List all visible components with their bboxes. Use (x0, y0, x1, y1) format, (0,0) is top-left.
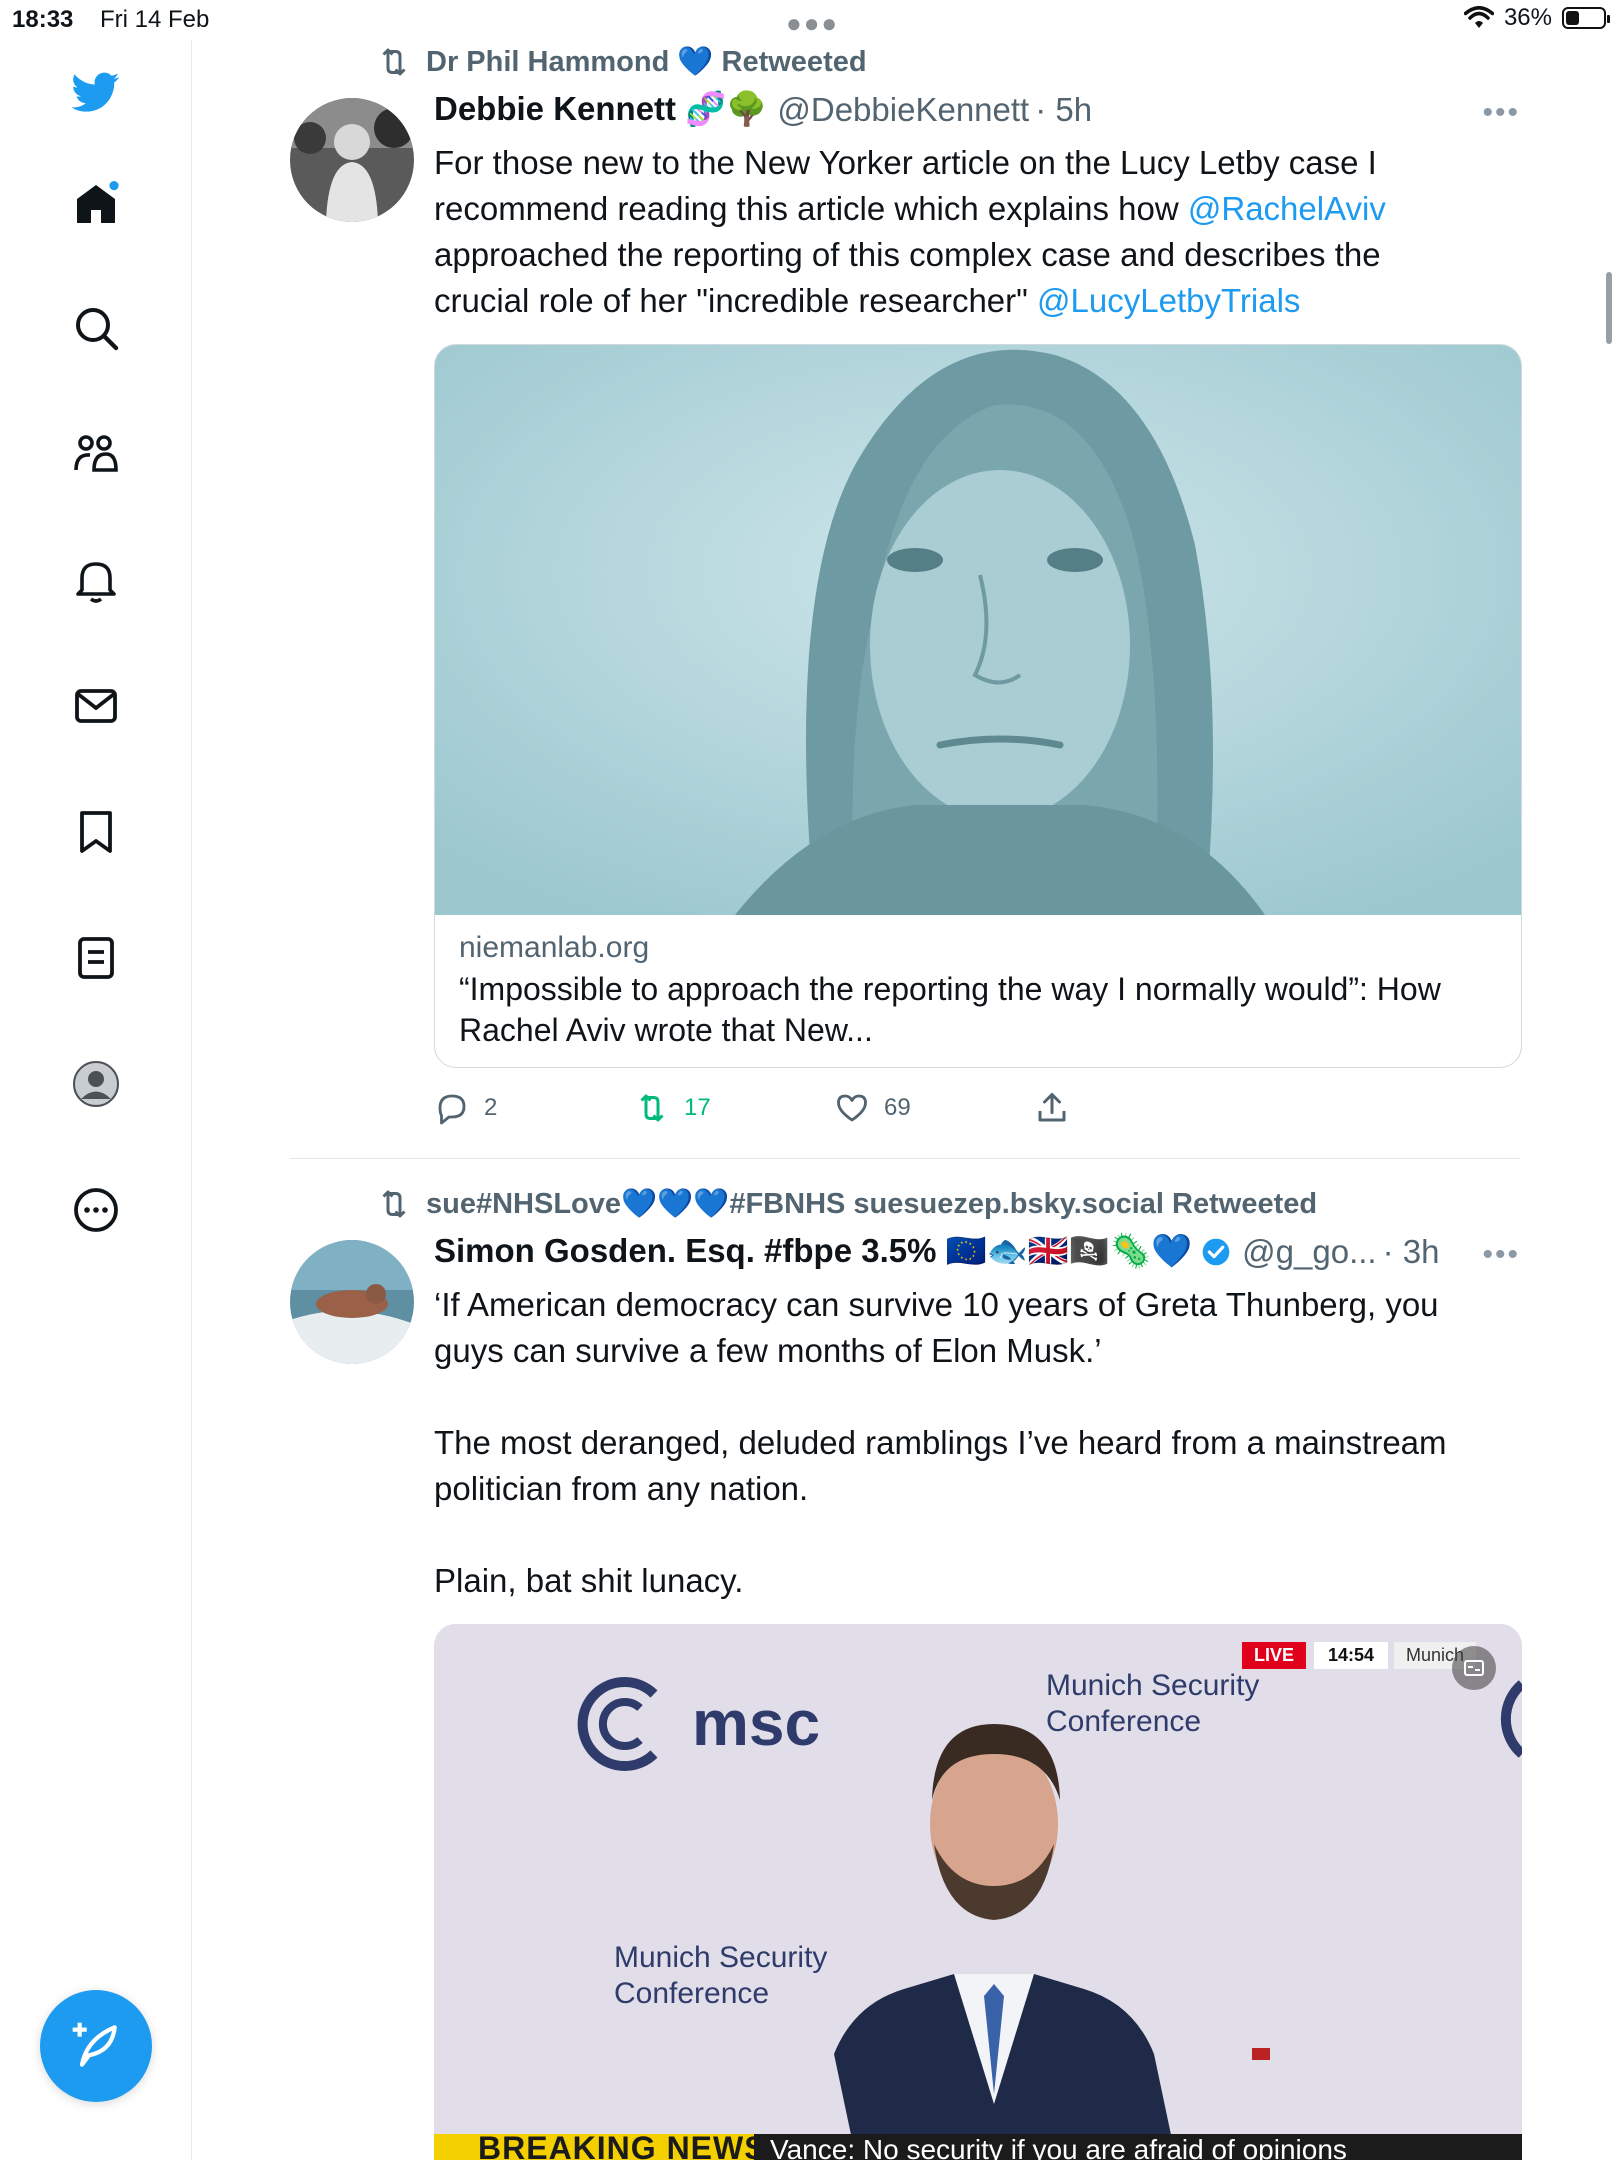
share-button[interactable] (1034, 1090, 1070, 1126)
broadcast-clock: 14:54 (1314, 1642, 1389, 1669)
more-options-icon[interactable]: ••• (1482, 96, 1520, 130)
verified-badge-icon (1202, 1238, 1230, 1265)
reply-icon (438, 1094, 466, 1125)
retweet-context: Dr Phil Hammond 💙 Retweeted (376, 44, 867, 80)
scroll-indicator[interactable] (1606, 272, 1612, 344)
tweet[interactable]: sue#NHSLove💙💙💙#FBNHS suesuezep.bsky.soci… (290, 1186, 1522, 2160)
tweet[interactable]: Dr Phil Hammond 💙 Retweeted Debbie Kenne… (290, 44, 1522, 1154)
tweet-header: Simon Gosden. Esq. #fbpe 3.5% 🇪🇺🐟🇬🇧🏴‍☠️🦠… (434, 1232, 1439, 1271)
text-fragment: crucial role of her "incredible research… (434, 282, 1038, 319)
retweet-button[interactable]: 17 (634, 1090, 834, 1126)
battery-icon (1562, 7, 1610, 29)
notifications-icon[interactable] (70, 554, 122, 606)
status-right: 36% (1463, 4, 1610, 32)
reply-button[interactable]: 2 (434, 1090, 634, 1126)
sidebar-nav (0, 40, 192, 2160)
avatar[interactable] (290, 98, 414, 222)
text-line: crucial role of her "incredible research… (434, 278, 1494, 324)
tweet-text: ‘If American democracy can survive 10 ye… (434, 1282, 1494, 1604)
retweet-icon (640, 1094, 664, 1122)
mention-link[interactable]: @LucyLetbyTrials (1037, 282, 1300, 319)
like-button[interactable]: 69 (834, 1090, 1034, 1126)
live-badge: LIVE (1242, 1642, 1307, 1669)
messages-icon[interactable] (70, 680, 122, 732)
reply-count: 2 (484, 1094, 498, 1121)
lists-icon[interactable] (70, 932, 122, 984)
more-options-icon[interactable]: ••• (1482, 1238, 1520, 1272)
status-date: Fri 14 Feb (100, 6, 210, 33)
search-icon[interactable] (70, 302, 122, 354)
tweet-actions: 2 17 69 (434, 1090, 1094, 1126)
heart-icon (837, 1094, 867, 1122)
multitasking-dots-icon[interactable]: ●●● (786, 8, 839, 39)
text-line: For those new to the New Yorker article … (434, 144, 1377, 181)
captions-icon[interactable] (1452, 1646, 1496, 1690)
home-icon[interactable] (70, 178, 122, 230)
text-paragraph: ‘If American democracy can survive 10 ye… (434, 1286, 1439, 1369)
msc-logo-text: msc (692, 1687, 821, 1759)
communities-icon[interactable] (70, 428, 122, 480)
battery-percent: 36% (1503, 4, 1552, 31)
more-icon[interactable] (70, 1184, 122, 1236)
retweet-count: 17 (684, 1094, 711, 1121)
text-fragment: recommend reading this article which exp… (434, 190, 1188, 227)
tweet-time[interactable]: · 3h (1383, 1233, 1440, 1271)
profile-avatar-icon[interactable] (70, 1058, 122, 1110)
mention-link[interactable]: @RachelAviv (1188, 190, 1386, 227)
link-card[interactable]: niemanlab.org “Impossible to approach th… (434, 344, 1522, 1068)
author-handle[interactable]: @DebbieKennett (777, 91, 1029, 129)
video-media[interactable]: msc Munich Security Conference Munich Se… (434, 1624, 1522, 2160)
text-line: recommend reading this article which exp… (434, 186, 1494, 232)
card-meta: niemanlab.org “Impossible to approach th… (435, 915, 1521, 1067)
bookmarks-icon[interactable] (70, 806, 122, 858)
tweet-divider (290, 1158, 1520, 1159)
backdrop-text-top: Munich Security Conference (1046, 1669, 1260, 1738)
compose-button[interactable] (40, 1990, 152, 2102)
text-paragraph: The most deranged, deluded ramblings I’v… (434, 1424, 1447, 1507)
tweet-header: Debbie Kennett 🧬🌳 @DebbieKennett · 5h (434, 90, 1092, 129)
backdrop-text-left: Munich Security Conference (614, 1941, 828, 2010)
tweet-time[interactable]: · 5h (1035, 91, 1092, 129)
card-image (435, 345, 1521, 915)
status-bar: 18:33 Fri 14 Feb ●●● 36% (0, 0, 1620, 40)
retweet-context: sue#NHSLove💙💙💙#FBNHS suesuezep.bsky.soci… (376, 1186, 1317, 1222)
twitter-logo-icon[interactable] (70, 66, 122, 118)
retweeted-by-text[interactable]: Dr Phil Hammond 💙 Retweeted (426, 45, 867, 79)
status-time: 18:33 (12, 6, 74, 33)
author-handle[interactable]: @g_go... (1242, 1233, 1376, 1271)
retweet-icon (382, 1190, 406, 1218)
retweeted-by-text[interactable]: sue#NHSLove💙💙💙#FBNHS suesuezep.bsky.soci… (426, 1187, 1317, 1221)
text-paragraph: Plain, bat shit lunacy. (434, 1562, 744, 1599)
text-line: approached the reporting of this complex… (434, 236, 1381, 273)
compose-icon (72, 2022, 117, 2067)
card-domain: niemanlab.org (459, 931, 650, 964)
wifi-icon (1463, 6, 1494, 28)
ticker-label: BREAKING NEWS (478, 2130, 767, 2160)
avatar[interactable] (290, 1240, 414, 1364)
like-count: 69 (884, 1094, 911, 1121)
share-icon (1038, 1093, 1066, 1122)
retweet-icon (382, 48, 406, 76)
tweet-text: For those new to the New Yorker article … (434, 140, 1494, 324)
author-name[interactable]: Debbie Kennett 🧬🌳 (434, 90, 767, 129)
author-name[interactable]: Simon Gosden. Esq. #fbpe 3.5% 🇪🇺🐟🇬🇧🏴‍☠️🦠… (434, 1232, 1192, 1271)
card-title: “Impossible to approach the reporting th… (459, 971, 1441, 1048)
ticker-text: Vance: No security if you are afraid of … (770, 2134, 1347, 2160)
